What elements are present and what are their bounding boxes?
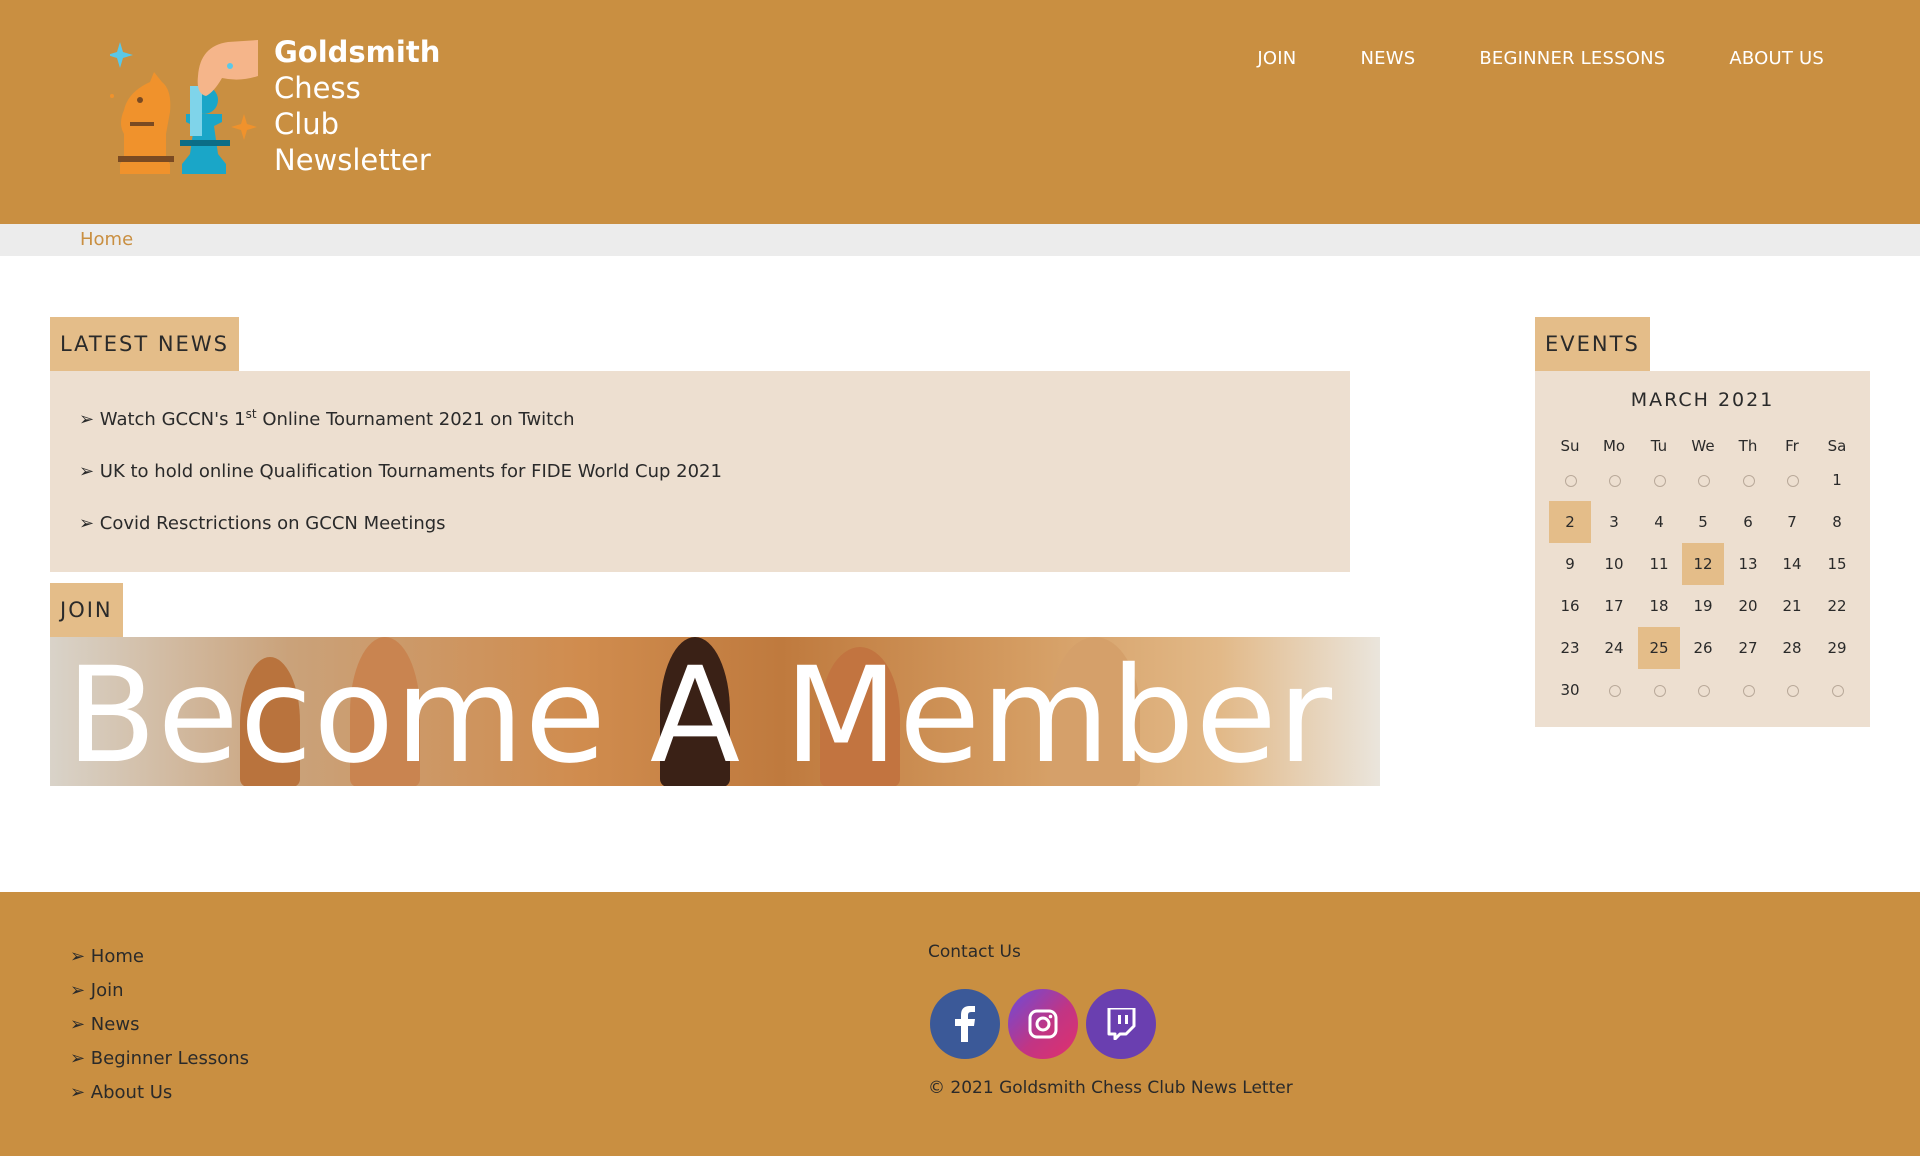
calendar-day[interactable]: 16 [1549,585,1591,627]
instagram-button[interactable] [1008,989,1078,1059]
calendar-day[interactable]: 18 [1638,585,1680,627]
calendar-day[interactable]: 7 [1771,501,1813,543]
calendar-day[interactable]: 1 [1816,459,1858,501]
calendar-day[interactable]: 20 [1727,585,1769,627]
calendar-day[interactable]: 27 [1727,627,1769,669]
calendar-day[interactable]: 22 [1816,585,1858,627]
news-item-covid-restrictions[interactable]: ➢ Covid Resctrictions on GCCN Meetings [79,513,446,534]
logo-line-4: Newsletter [274,143,431,177]
footer-link-beginner-lessons[interactable]: ➢ Beginner Lessons [70,1048,249,1069]
news-item-text: ➢ Watch GCCN's 1 [79,409,246,430]
site-header: Goldsmith Chess Club Newsletter JOIN NEW… [0,0,1920,224]
calendar-day[interactable]: 8 [1816,501,1858,543]
calendar-empty-day [1638,459,1680,501]
site-footer: ➢ Home ➢ Join ➢ News ➢ Beginner Lessons … [0,892,1920,1156]
calendar-day[interactable]: 5 [1682,501,1724,543]
news-item-sup: st [245,407,257,421]
calendar-day[interactable]: 14 [1771,543,1813,585]
calendar-day[interactable]: 30 [1549,669,1591,711]
calendar-empty-day [1593,459,1635,501]
calendar-weekday: We [1691,437,1715,455]
calendar-day[interactable]: 11 [1638,543,1680,585]
events-calendar: MARCH 2021 Su Mo Tu We Th Fr Sa 1 2 3 4 5 6 7 8 9 10 11 12… [1535,371,1870,727]
footer-link-home[interactable]: ➢ Home [70,946,144,967]
banner-title: Become A Member [66,639,1334,786]
calendar-day[interactable]: 28 [1771,627,1813,669]
main-nav: JOIN NEWS BEGINNER LESSONS ABOUT US [1193,48,1824,69]
calendar-empty-day [1727,459,1769,501]
copyright-text: © 2021 Goldsmith Chess Club News Letter [928,1078,1293,1098]
latest-news-panel: ➢ Watch GCCN's 1st Online Tournament 202… [50,371,1350,572]
site-logo-text[interactable]: Goldsmith Chess Club Newsletter [274,34,440,178]
calendar-day[interactable]: 23 [1549,627,1591,669]
calendar-day[interactable]: 19 [1682,585,1724,627]
calendar-empty-day [1771,669,1813,711]
calendar-empty-day [1727,669,1769,711]
calendar-weekday: Tu [1650,437,1668,455]
calendar-day[interactable]: 9 [1549,543,1591,585]
calendar-empty-day [1549,459,1591,501]
chess-logo-icon[interactable] [107,36,260,178]
news-item-twitch-tournament[interactable]: ➢ Watch GCCN's 1st Online Tournament 202… [79,407,575,430]
calendar-day[interactable]: 26 [1682,627,1724,669]
instagram-icon [1028,1009,1058,1039]
become-member-banner[interactable]: Become A Member [50,637,1380,786]
calendar-day[interactable]: 29 [1816,627,1858,669]
events-heading: EVENTS [1535,317,1650,371]
nav-about-us[interactable]: ABOUT US [1729,48,1824,69]
nav-beginner-lessons[interactable]: BEGINNER LESSONS [1479,48,1665,69]
calendar-weekday: Su [1560,437,1580,455]
footer-link-about-us[interactable]: ➢ About Us [70,1082,172,1103]
calendar-empty-day [1771,459,1813,501]
calendar-weekday: Th [1738,437,1758,455]
calendar-day[interactable]: 10 [1593,543,1635,585]
calendar-day[interactable]: 6 [1727,501,1769,543]
facebook-icon [955,1006,975,1042]
join-heading: JOIN [50,583,123,637]
calendar-empty-day [1682,669,1724,711]
latest-news-heading: LATEST NEWS [50,317,239,371]
footer-link-news[interactable]: ➢ News [70,1014,139,1035]
news-item-text: Online Tournament 2021 on Twitch [256,409,575,430]
breadcrumb: Home [0,224,1920,256]
calendar-month: MARCH 2021 [1630,389,1775,411]
calendar-day[interactable]: 24 [1593,627,1635,669]
calendar-event-day[interactable]: 12 [1682,543,1724,585]
nav-news[interactable]: NEWS [1360,48,1415,69]
calendar-empty-day [1682,459,1724,501]
calendar-day[interactable]: 13 [1727,543,1769,585]
calendar-empty-day [1816,669,1858,711]
twitch-icon [1107,1008,1136,1040]
calendar-day[interactable]: 17 [1593,585,1635,627]
logo-line-1: Goldsmith [274,35,441,69]
calendar-day[interactable]: 4 [1638,501,1680,543]
calendar-empty-day [1593,669,1635,711]
calendar-day[interactable]: 21 [1771,585,1813,627]
calendar-weekday: Sa [1827,437,1847,455]
contact-us-label: Contact Us [928,942,1021,962]
calendar-weekday: Mo [1602,437,1626,455]
calendar-day[interactable]: 15 [1816,543,1858,585]
facebook-button[interactable] [930,989,1000,1059]
news-item-fide-qualification[interactable]: ➢ UK to hold online Qualification Tourna… [79,461,722,482]
logo-line-3: Club [274,107,340,141]
calendar-event-day[interactable]: 25 [1638,627,1680,669]
breadcrumb-home[interactable]: Home [80,229,133,250]
footer-link-join[interactable]: ➢ Join [70,980,124,1001]
calendar-day[interactable]: 3 [1593,501,1635,543]
nav-join[interactable]: JOIN [1257,48,1296,69]
logo-line-2: Chess [274,71,361,105]
calendar-empty-day [1638,669,1680,711]
calendar-event-day[interactable]: 2 [1549,501,1591,543]
twitch-button[interactable] [1086,989,1156,1059]
calendar-weekday: Fr [1785,437,1799,455]
